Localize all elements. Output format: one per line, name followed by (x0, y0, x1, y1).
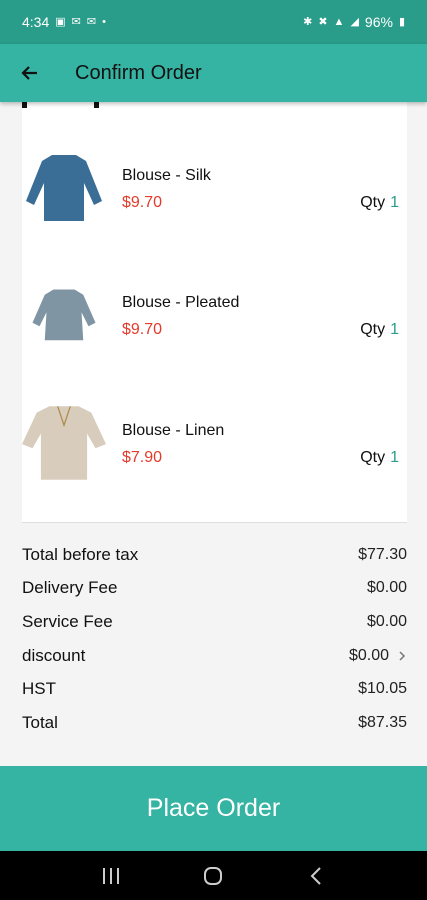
order-summary: Total before tax $77.30 Delivery Fee $0.… (22, 538, 407, 740)
row-value: $0.00 (366, 579, 407, 597)
home-button[interactable] (193, 856, 233, 896)
discount-value: $0.00 (348, 646, 389, 664)
status-bar: 4:34 ▣ ✉ ✉ • ✱ ✖ ▲ ◢ 96% ▮ (0, 0, 427, 44)
app-bar: Confirm Order (0, 44, 427, 102)
image-icon: ▣ (55, 15, 66, 28)
row-value: $87.35 (358, 713, 407, 731)
system-nav-bar (0, 851, 427, 900)
row-value: $10.05 (358, 680, 407, 698)
blouse-image (26, 155, 102, 221)
home-icon (204, 866, 223, 885)
wifi-icon: ▲ (333, 15, 345, 28)
order-item[interactable]: Blouse - Pleated $9.70 Qty 1 (22, 269, 407, 359)
page-title: Confirm Order (75, 61, 202, 84)
place-order-button[interactable]: Place Order (0, 766, 427, 851)
qty-label: Qty (360, 194, 386, 211)
qty-value: 1 (390, 194, 399, 211)
partial-item-edge (22, 102, 99, 108)
row-label: HST (22, 679, 56, 699)
row-label: Total (22, 712, 58, 732)
hst-row: HST $10.05 (22, 672, 407, 706)
mute-icon: ✖ (318, 15, 328, 28)
order-item[interactable]: Blouse - Linen $7.90 Qty 1 (22, 397, 407, 487)
discount-row[interactable]: discount $0.00 (22, 639, 407, 673)
battery-level: 96% (364, 14, 393, 30)
item-name: Blouse - Linen (122, 422, 225, 439)
item-image (22, 142, 106, 232)
back-button[interactable] (0, 44, 60, 102)
back-arrow-icon (21, 66, 37, 80)
blouse-image (32, 289, 96, 341)
item-qty: Qty 1 (360, 194, 399, 212)
back-nav-icon (310, 866, 321, 885)
item-name: Blouse - Pleated (122, 294, 240, 311)
total-before-tax-row: Total before tax $77.30 (22, 538, 407, 572)
item-name: Blouse - Silk (122, 167, 211, 184)
chevron-right-icon (399, 651, 406, 661)
item-qty: Qty 1 (360, 449, 399, 467)
qty-value: 1 (390, 449, 399, 466)
divider (22, 522, 407, 523)
mail-icon: ✉ (86, 15, 97, 28)
back-nav-button[interactable] (296, 856, 336, 896)
item-price: $9.70 (122, 321, 163, 338)
signal-icon: ◢ (350, 15, 359, 28)
recent-apps-icon (103, 867, 120, 884)
order-items-card: Blouse - Silk $9.70 Qty 1 Blouse - Pleate… (22, 102, 407, 522)
bluetooth-icon: ✱ (303, 15, 313, 28)
total-row: Total $87.35 (22, 706, 407, 740)
row-value: $77.30 (358, 545, 407, 563)
row-label: Delivery Fee (22, 578, 118, 598)
item-qty: Qty 1 (360, 321, 399, 339)
item-image (22, 269, 106, 359)
item-price: $9.70 (122, 194, 163, 211)
row-label: Total before tax (22, 544, 139, 564)
dot-icon: • (102, 15, 106, 28)
item-price: $7.90 (122, 449, 163, 466)
battery-icon: ▮ (398, 15, 405, 28)
qty-value: 1 (390, 321, 399, 338)
item-image (22, 397, 106, 487)
recent-apps-button[interactable] (91, 856, 131, 896)
row-value: $0.00 (366, 612, 407, 630)
row-label: Service Fee (22, 611, 113, 631)
mail-icon: ✉ (71, 15, 81, 28)
delivery-fee-row: Delivery Fee $0.00 (22, 572, 407, 606)
blouse-image (22, 406, 106, 480)
row-value: $0.00 (349, 647, 407, 665)
qty-label: Qty (360, 449, 386, 466)
service-fee-row: Service Fee $0.00 (22, 605, 407, 639)
row-label: discount (22, 645, 86, 665)
qty-label: Qty (360, 321, 386, 338)
status-time: 4:34 (22, 14, 50, 30)
order-item[interactable]: Blouse - Silk $9.70 Qty 1 (22, 142, 407, 232)
